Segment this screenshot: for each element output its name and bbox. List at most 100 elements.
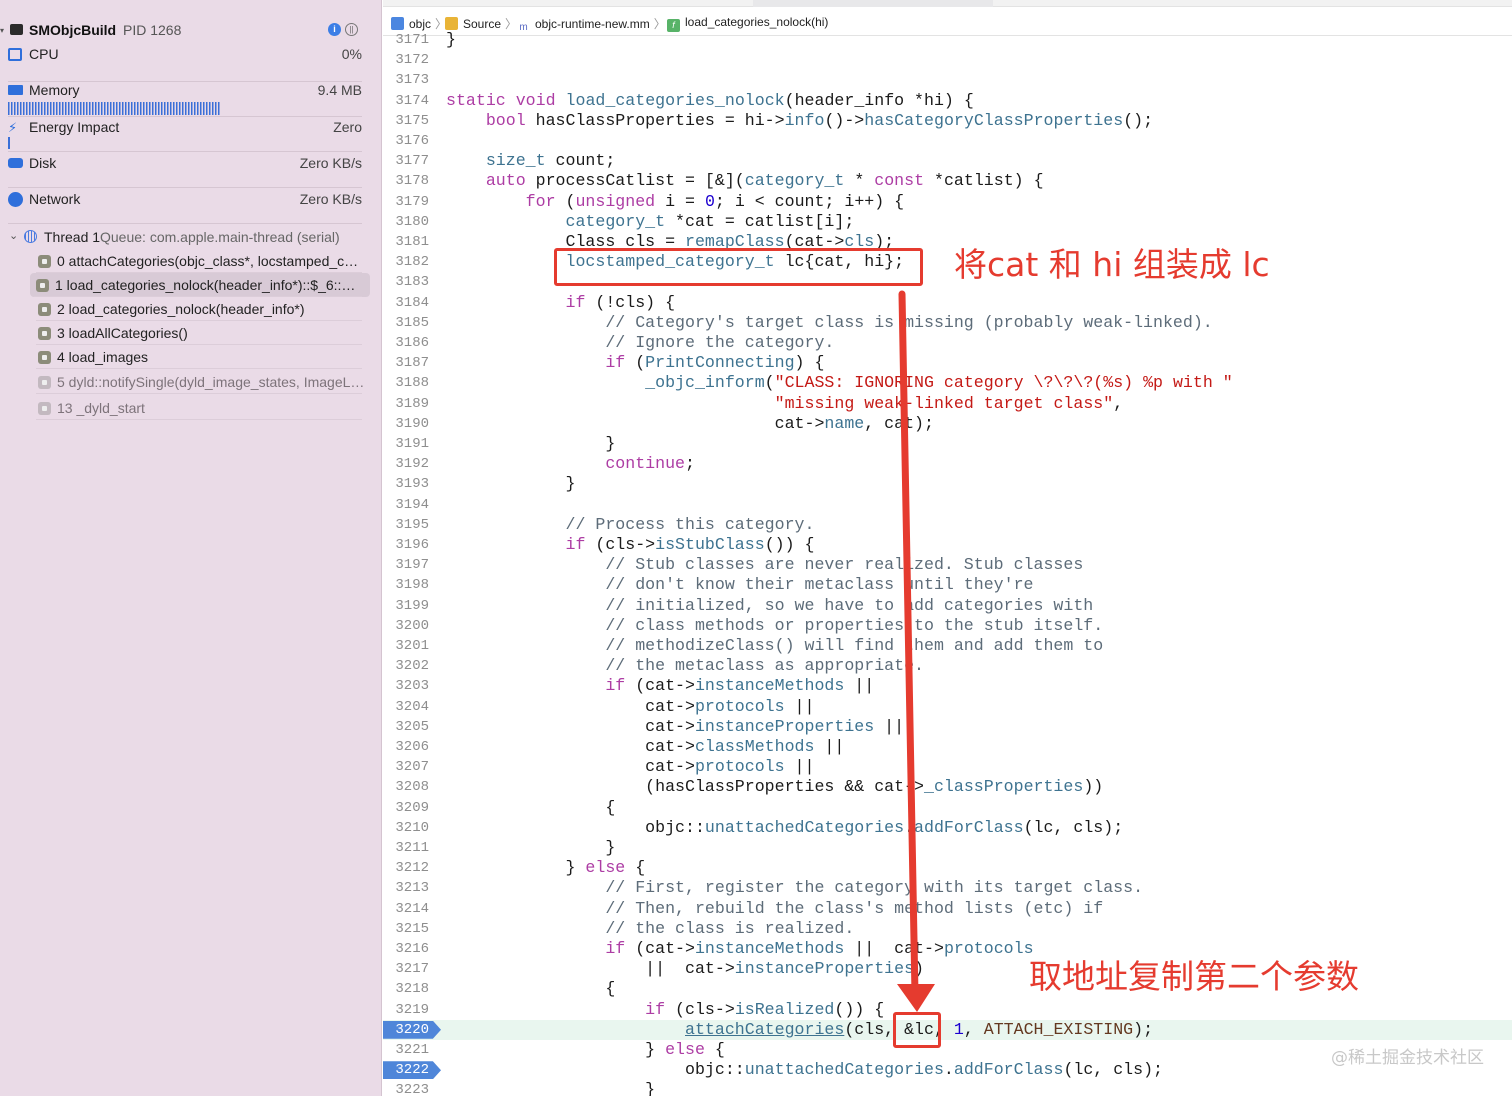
gauge-network[interactable]: Network Zero KB/s <box>0 191 372 224</box>
gauge-cpu[interactable]: CPU 0% <box>0 46 372 82</box>
line-number: 3215 <box>395 920 429 937</box>
line-number: 3197 <box>395 557 429 574</box>
code-line[interactable]: 3208 (hasClassProperties && cat->_classP… <box>383 777 1512 797</box>
code-line[interactable]: 3187 if (PrintConnecting) { <box>383 353 1512 373</box>
code-line[interactable]: 3188 _objc_inform("CLASS: IGNORING categ… <box>383 373 1512 393</box>
code-text: auto processCatlist = [&](category_t * c… <box>485 171 1044 191</box>
annotation-top: 将cat 和 hi 组装成 lc <box>954 245 1270 284</box>
code-text: // Stub classes are never realized. Stub… <box>605 555 1084 575</box>
code-line[interactable]: 3212 } else { <box>383 858 1512 878</box>
code-line[interactable]: 3180 category_t *cat = catlist[i]; <box>383 212 1512 232</box>
code-line[interactable]: 3184 if (!cls) { <box>383 293 1512 313</box>
code-line[interactable]: 3171} <box>383 30 1512 50</box>
code-line[interactable]: 3197 // Stub classes are never realized.… <box>383 555 1512 575</box>
code-line[interactable]: 3173 <box>383 70 1512 90</box>
code-line[interactable]: 3213 // First, register the category wit… <box>383 878 1512 898</box>
code-line[interactable]: 3200 // class methods or properties to t… <box>383 616 1512 636</box>
code-line[interactable]: 3220 attachCategories(cls, &lc, 1, ATTAC… <box>383 1019 1512 1040</box>
thread-row[interactable]: ⌄ Thread 1 Queue: com.apple.main-thread … <box>0 226 372 248</box>
stack-frame[interactable]: 5 dyld::notifySingle(dyld_image_states, … <box>32 370 370 394</box>
line-number: 3199 <box>395 597 429 614</box>
code-line[interactable]: 3198 // don't know their metaclass until… <box>383 575 1512 595</box>
disclosure-triangle-icon[interactable]: ▾ <box>0 26 4 35</box>
breadcrumb-file[interactable]: m objc-runtime-new.mm 〉 <box>517 15 665 33</box>
stack-frame-icon <box>38 376 51 389</box>
code-line[interactable]: 3172 <box>383 50 1512 70</box>
stack-frame[interactable]: 4 load_images <box>32 345 370 369</box>
stack-frame[interactable]: 0 attachCategories(objc_class*, locstamp… <box>32 249 370 273</box>
code-line[interactable]: 3207 cat->protocols || <box>383 757 1512 777</box>
code-line[interactable]: 3199 // initialized, so we have to add c… <box>383 596 1512 616</box>
code-line[interactable]: 3194 <box>383 495 1512 515</box>
code-line[interactable]: 3174 static void load_categories_nolock(h… <box>383 91 1512 111</box>
line-number: 3200 <box>395 617 429 634</box>
memory-usage-bar <box>8 102 220 115</box>
code-line[interactable]: 3186 // Ignore the category. <box>383 333 1512 353</box>
code-line[interactable]: 3191 } <box>383 434 1512 454</box>
gauge-disk[interactable]: Disk Zero KB/s <box>0 155 372 188</box>
code-line[interactable]: 3204 cat->protocols || <box>383 697 1512 717</box>
stack-frame-label: 2 load_categories_nolock(header_info*) <box>57 301 305 317</box>
breadcrumb-function[interactable]: f load_categories_nolock(hi) <box>667 15 828 32</box>
code-line[interactable]: 3209 { <box>383 798 1512 818</box>
line-number: 3180 <box>395 213 429 230</box>
code-area[interactable]: 3171} 3172 3173 3174 static void load_catego… <box>383 30 1512 1096</box>
breadcrumb-folder[interactable]: Source 〉 <box>445 15 517 31</box>
line-number: 3218 <box>395 981 429 998</box>
code-line[interactable]: 3215 // the class is realized. <box>383 919 1512 939</box>
code-text: || cat->instanceProperties) <box>446 959 924 979</box>
highlight-box-lc <box>554 248 923 286</box>
gauge-memory[interactable]: Memory 9.4 MB <box>0 82 372 117</box>
code-line[interactable]: 3178 auto processCatlist = [&](category_… <box>383 171 1512 191</box>
line-number: 3219 <box>395 1001 429 1018</box>
chevron-right-icon: 〉 <box>505 17 518 31</box>
code-line[interactable]: 3181 Class cls = remapClass(cat->cls); <box>383 232 1512 252</box>
code-line[interactable]: 3210 objc::unattachedCategories.addForCl… <box>383 818 1512 838</box>
stack-frame[interactable]: 3 loadAllCategories() <box>32 321 370 345</box>
stack-frame[interactable]: 1 load_categories_nolock(header_info*)::… <box>30 273 370 297</box>
line-number: 3186 <box>395 335 429 351</box>
code-line[interactable]: 3206 cat->classMethods || <box>383 737 1512 757</box>
code-line[interactable]: 3189 "missing weak-linked target class", <box>383 394 1512 414</box>
code-line[interactable]: 3196 if (cls->isStubClass()) { <box>383 535 1512 555</box>
code-line[interactable]: 3182 locstamped_category_t lc{cat, hi}; <box>383 252 1512 272</box>
line-number: 3182 <box>395 254 429 271</box>
gauge-energy[interactable]: ⚡ Energy Impact Zero <box>0 119 372 152</box>
code-line[interactable]: 3211 } <box>383 838 1512 858</box>
code-line[interactable]: 3193 } <box>383 474 1512 494</box>
code-text: if (cls->isStubClass()) { <box>565 535 815 554</box>
code-line[interactable]: 3175 bool hasClassProperties = hi->info(… <box>383 111 1512 131</box>
code-line[interactable]: 3219 if (cls->isRealized()) { <box>383 1000 1512 1020</box>
code-line[interactable]: 3201 // methodizeClass() will find them … <box>383 636 1512 656</box>
code-line[interactable]: 3203 if (cat->instanceMethods || <box>383 676 1512 696</box>
code-line[interactable]: 3179 for (unsigned i = 0; i < count; i++… <box>383 192 1512 212</box>
code-line[interactable]: 3202 // the metaclass as appropriate. <box>383 656 1512 676</box>
code-line[interactable]: 3214 // Then, rebuild the class's method… <box>383 899 1512 919</box>
code-line[interactable]: 3176 <box>383 131 1512 151</box>
code-line[interactable]: 3177 size_t count; <box>383 151 1512 171</box>
code-text: // class methods or properties to the st… <box>605 615 1104 635</box>
line-number: 3223 <box>395 1082 429 1096</box>
process-row[interactable]: ▾ SMObjcBuild PID 1268 i || <box>0 18 372 42</box>
code-line[interactable]: 3205 cat->instanceProperties || <box>383 717 1512 737</box>
disk-icon <box>8 158 23 168</box>
code-line[interactable]: 3223 } <box>383 1080 1512 1096</box>
line-number: 3206 <box>395 739 429 755</box>
info-icon[interactable]: i <box>328 23 341 36</box>
breadcrumb-project[interactable]: objc 〉 <box>391 15 447 31</box>
line-number: 3183 <box>395 274 429 291</box>
line-number: 3214 <box>395 900 429 917</box>
divider <box>8 187 362 188</box>
thread-queue: Queue: com.apple.main-thread (serial) <box>100 229 340 245</box>
stack-frame[interactable]: 13 _dyld_start <box>32 396 370 420</box>
stack-frame[interactable]: 2 load_categories_nolock(header_info*) <box>32 297 370 321</box>
code-line[interactable]: 3185 // Category's target class is missi… <box>383 313 1512 333</box>
code-line[interactable]: 3192 continue; <box>383 454 1512 474</box>
code-line[interactable]: 3195 // Process this category. <box>383 515 1512 535</box>
code-line[interactable]: 3190 cat->name, cat); <box>383 414 1512 434</box>
pause-icon[interactable]: || <box>345 23 358 36</box>
chevron-down-icon[interactable]: ⌄ <box>9 229 18 242</box>
code-line[interactable]: 3183 <box>383 272 1512 292</box>
line-number: 3195 <box>395 516 429 533</box>
gauge-value: 0% <box>341 46 362 62</box>
